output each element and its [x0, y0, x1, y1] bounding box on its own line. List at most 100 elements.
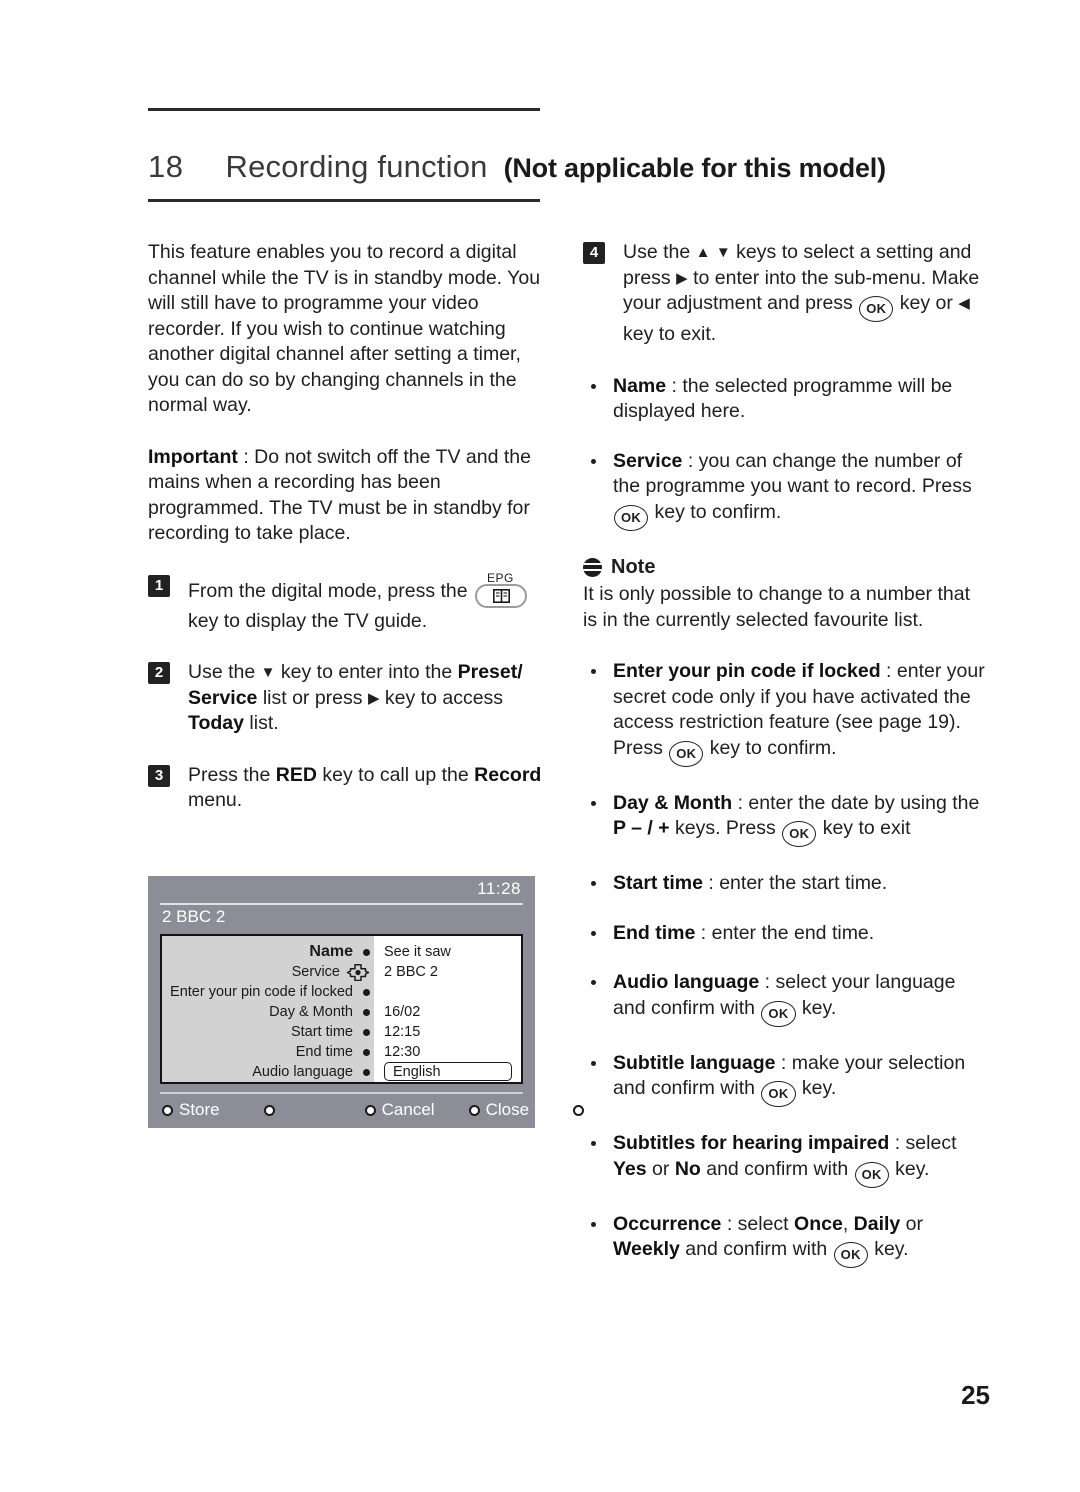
header-rule-top: [148, 108, 540, 111]
bullet-audio-language-label: Audio language: [613, 971, 760, 993]
bullet-subtitles-hi-text-a: : select: [889, 1132, 957, 1154]
step-3: 3 Press the RED key to call up the Record…: [148, 763, 548, 814]
left-arrow-icon: ◀: [958, 295, 970, 312]
step-4-part1: Use the: [623, 241, 696, 263]
tv-row-label: Audio language: [252, 1064, 353, 1080]
step-2-bold2: Today: [188, 712, 244, 734]
note-block: Note It is only possible to change to a …: [583, 555, 988, 634]
bullet-day-month: Day & Month : enter the date by using th…: [583, 791, 988, 847]
ok-key-icon[interactable]: OK: [669, 740, 704, 767]
bullet-subtitle-language-label: Subtitle language: [613, 1051, 776, 1074]
tv-close-button[interactable]: Close: [468, 1100, 530, 1120]
tv-row[interactable]: Service: [162, 962, 374, 982]
ok-key-icon[interactable]: OK: [614, 504, 649, 531]
ok-key-icon[interactable]: OK: [782, 821, 817, 847]
tv-row[interactable]: Enter your pin code if locked: [162, 982, 374, 1002]
step-4-part5: key to exit.: [623, 323, 717, 345]
ok-key-icon[interactable]: OK: [859, 296, 894, 322]
tv-row[interactable]: Day & Month: [162, 1002, 374, 1022]
bullet-pin-code-text-b: key to confirm.: [704, 736, 837, 759]
bullet-name-label: Name: [613, 374, 667, 397]
bullet-occurrence-text-c: or: [900, 1212, 924, 1235]
step-2-part2: key to enter into the: [275, 661, 458, 683]
tv-row[interactable]: Audio language: [162, 1062, 374, 1082]
bullet-occurrence-text-e: key.: [868, 1238, 909, 1260]
bullet-end-time: End time : enter the end time.: [583, 921, 988, 947]
bullet-service-label: Service: [613, 449, 683, 472]
tv-row-marker-dot: [363, 1008, 370, 1016]
important-paragraph: Important : Do not switch off the TV and…: [148, 445, 548, 547]
bullet-dot-icon: [591, 669, 596, 674]
bullet-subtitles-hearing-impaired: Subtitles for hearing impaired : select …: [583, 1131, 988, 1188]
tv-button-dot: [468, 1104, 480, 1116]
bullet-name: Name : the selected programme will be di…: [583, 374, 988, 425]
bullet-pin-code: Enter your pin code if locked : enter yo…: [583, 659, 988, 767]
tv-store-button[interactable]: Store: [162, 1100, 220, 1120]
tv-value-name: See it saw: [384, 944, 451, 960]
tv-value-pin: [384, 982, 521, 1002]
bullet-subtitles-hi-text-d: key.: [889, 1157, 930, 1180]
tv-row[interactable]: Name: [162, 942, 374, 962]
bullet-pin-code-label: Enter your pin code if locked: [613, 660, 881, 682]
book-icon: [493, 588, 511, 603]
bullet-dot-icon: [591, 1221, 596, 1227]
step-4: 4 Use the ▲ ▼ keys to select a setting an…: [583, 240, 988, 348]
tv-audio-language-input[interactable]: English: [384, 1062, 512, 1081]
step-4-part4: key or: [894, 292, 959, 314]
tv-row[interactable]: Start time: [162, 1022, 374, 1042]
bullet-dot-icon: [591, 980, 596, 985]
tv-value-day-month: 16/02: [384, 1004, 421, 1020]
bullet-subtitle-language-text-b: key.: [796, 1077, 837, 1099]
bullet-day-month-text-b: keys. Press: [669, 817, 782, 839]
step-3-part3: menu.: [188, 789, 243, 811]
down-arrow-icon: ▼: [715, 244, 731, 261]
chapter-note: (Not applicable for this model): [503, 153, 887, 183]
tv-value-service: 2 BBC 2: [384, 964, 438, 980]
bullet-occurrence: Occurrence : select Once, Daily or Weekl…: [583, 1212, 988, 1268]
tv-labels-column: Name Service Enter your pin code if lock…: [162, 936, 374, 1082]
p-minus-plus-key-label: P – / +: [613, 817, 670, 839]
bullet-day-month-label: Day & Month: [613, 791, 733, 814]
bullet-day-month-text-c: key to exit: [817, 817, 911, 839]
bullet-subtitles-hi-label: Subtitles for hearing impaired: [613, 1132, 890, 1154]
page-number: 25: [961, 1380, 990, 1410]
step-2: 2 Use the ▼ key to enter into the Preset…: [148, 660, 548, 737]
tv-settings-panel: Name Service Enter your pin code if lock…: [160, 934, 523, 1084]
tv-channel-label: 2 BBC 2: [162, 907, 226, 926]
tv-value-audio-language-wrap: English: [384, 1062, 521, 1082]
bullet-dot-icon: [591, 930, 596, 936]
tv-row[interactable]: End time: [162, 1042, 374, 1062]
bullet-dot-icon: [591, 383, 596, 389]
step-3-bold1: RED: [275, 763, 317, 786]
left-column: This feature enables you to record a dig…: [148, 240, 548, 840]
no-option-label: No: [674, 1157, 701, 1180]
note-icon: [583, 557, 602, 577]
ok-key-icon[interactable]: OK: [761, 1081, 796, 1107]
tv-store-label: Store: [179, 1100, 220, 1119]
right-column: 4 Use the ▲ ▼ keys to select a setting an…: [583, 240, 988, 1292]
tv-cancel-label: Cancel: [381, 1100, 435, 1119]
ok-key-icon[interactable]: OK: [761, 1000, 796, 1027]
tv-values-column: See it saw 2 BBC 2 16/02 12:15 12:30 Eng…: [374, 936, 521, 1082]
bullet-subtitle-language: Subtitle language : make your selection …: [583, 1051, 988, 1107]
step-3-part1: Press the: [188, 763, 276, 786]
step-2-part5: list.: [243, 712, 279, 734]
tv-row-marker-dot: [363, 988, 370, 996]
tv-row-label: Day & Month: [269, 1004, 353, 1020]
tv-cancel-button[interactable]: Cancel: [364, 1100, 435, 1120]
bullet-dot-icon: [591, 800, 596, 806]
tv-button-2[interactable]: [263, 1104, 281, 1116]
bullet-end-time-text: : enter the end time.: [695, 921, 875, 944]
weekly-option-label: Weekly: [613, 1238, 680, 1260]
epg-key-icon[interactable]: EPG: [475, 571, 529, 609]
ok-key-icon[interactable]: OK: [833, 1242, 868, 1268]
bullet-start-time-text: : enter the start time.: [702, 872, 888, 894]
tv-row-marker-dot: [363, 1068, 370, 1076]
tv-button-dot: [263, 1104, 275, 1116]
page-header: 18 Recording function (Not applicable fo…: [148, 108, 886, 202]
step-2-part1: Use the: [188, 661, 261, 683]
tv-close-label: Close: [485, 1100, 530, 1119]
ok-key-icon[interactable]: OK: [854, 1161, 889, 1188]
tv-button-dot: [364, 1104, 376, 1116]
tv-topbar: 11:28: [148, 876, 535, 904]
